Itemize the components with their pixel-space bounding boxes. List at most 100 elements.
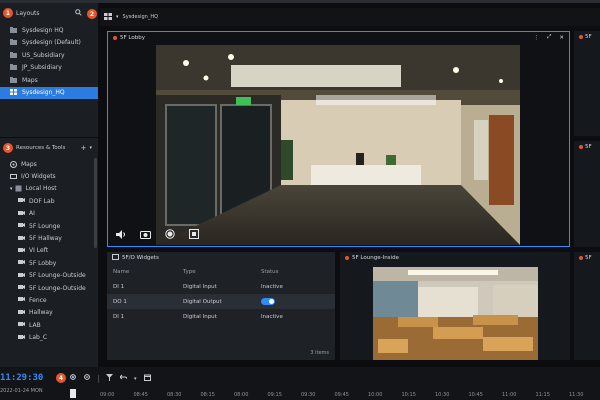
layout-item[interactable]: JP_Subsidiary (0, 62, 98, 75)
speaker-icon[interactable] (116, 229, 126, 241)
add-icon[interactable]: + (81, 144, 87, 152)
tree-item-camera[interactable]: 5F Lounge (10, 220, 98, 232)
table-header-row: Name Type Status (107, 264, 335, 279)
table-row[interactable]: DO 1 Digital Output (107, 294, 335, 309)
layout-item[interactable]: Sysdesign HQ (0, 24, 98, 37)
layout-item-selected[interactable]: Sysdesign_HQ (0, 86, 98, 99)
layouts-title: Layouts (16, 9, 40, 17)
camera-icon (18, 197, 25, 205)
timeline-toolbar: ▾ (70, 374, 151, 383)
io-widget-title: 5F/O Widgets (122, 255, 159, 261)
camera-icon (18, 321, 25, 329)
timeline-cursor[interactable] (70, 389, 76, 398)
tree-item-camera[interactable]: LAB (10, 319, 98, 331)
tab-layout[interactable]: Sysdesign_HQ (123, 14, 159, 20)
timeline-tick-label: 10:30 (435, 392, 450, 398)
table-row[interactable]: DI 1 Digital Input Inactive (107, 279, 335, 294)
layout-grid-icon[interactable] (104, 12, 112, 22)
camera-title: 5F (585, 254, 592, 261)
tree-item-maps[interactable]: Maps (10, 158, 98, 170)
layout-item[interactable]: Maps (0, 74, 98, 87)
io-icon (10, 173, 17, 180)
camera-tile-right-1[interactable]: 5F (574, 31, 600, 136)
camera-header: 5F Lobby ⋮ ⤢ ✕ (108, 32, 569, 43)
timeline-tick-label: 08:15 (200, 392, 215, 398)
record-dot-icon (579, 34, 583, 39)
scrollbar[interactable] (94, 158, 97, 248)
map-icon (10, 160, 17, 168)
resources-panel: 3 Resources & Tools + ▾ Maps I/O Widgets… (0, 138, 98, 367)
callout-badge: 4 (56, 373, 66, 383)
tree-item-camera[interactable]: Hallway (10, 307, 98, 319)
more-icon[interactable]: ⋮ (533, 35, 539, 41)
main-camera-tile[interactable]: 5F Lobby ⋮ ⤢ ✕ (107, 31, 570, 247)
timeline-tick-label: 11:00 (502, 392, 517, 398)
expand-icon[interactable]: ⤢ (547, 34, 551, 41)
camera-title: 5F Lounge-Inside (352, 254, 399, 261)
server-icon (15, 185, 22, 192)
tree-item-camera[interactable]: DOF Lab (10, 195, 98, 207)
folder-icon (10, 39, 17, 46)
close-icon[interactable]: ✕ (559, 35, 564, 41)
layout-tab-bar: ▾ Sysdesign_HQ (100, 8, 600, 26)
filter-icon[interactable] (106, 374, 113, 383)
io-table: Name Type Status DI 1 Digital Input Inac… (107, 264, 335, 324)
column-header: Status (261, 268, 279, 275)
camera-tile-lounge[interactable]: 5F Lounge-Inside (340, 252, 570, 360)
column-header: Type (183, 268, 196, 275)
callout-badge: 3 (3, 143, 13, 153)
chevron-down-icon[interactable]: ▾ (134, 376, 137, 382)
camera-tile-right-3[interactable]: 5F (574, 252, 600, 360)
record-icon[interactable] (165, 229, 175, 241)
camera-list: DOF Lab AI 5F Lounge 5F Hallway VI Left 5F Lo… (10, 195, 98, 344)
search-icon[interactable] (75, 8, 82, 18)
tree-item-camera[interactable]: Fence (10, 294, 98, 306)
record-dot-icon (345, 255, 349, 260)
camera-tile-right-2[interactable]: 5F (574, 141, 600, 247)
tree-item-io-widgets[interactable]: I/O Widgets (10, 170, 98, 182)
callout-badge: 1 (3, 8, 13, 18)
camera-icon (18, 296, 25, 304)
expand-arrow-icon[interactable]: ▾ (10, 186, 13, 192)
camera-video-lounge[interactable] (373, 267, 538, 360)
timeline-tick-label: 09:45 (334, 392, 349, 398)
zoom-icon[interactable] (189, 229, 199, 241)
timeline-tick-label: 10:00 (368, 392, 383, 398)
tree-item-local-host[interactable]: ▾ Local Host (10, 183, 98, 195)
tree-item-camera[interactable]: VI Left (10, 245, 98, 257)
timeline-tick-label: 10:15 (401, 392, 416, 398)
camera-icon (18, 309, 25, 317)
layout-item[interactable]: Sysdesign (Default) (0, 37, 98, 50)
io-icon (112, 254, 119, 262)
camera-video-lobby[interactable] (156, 45, 520, 245)
tree-item-camera[interactable]: 5F Lounge-Outside (10, 270, 98, 282)
zoom-in-icon[interactable] (70, 374, 77, 383)
undo-icon[interactable] (119, 374, 128, 383)
timeline-tick-label: 08:45 (133, 392, 148, 398)
layout-item[interactable]: US_Subsidiary (0, 49, 98, 62)
current-date: 2022-01-24 MON (0, 388, 43, 394)
output-toggle[interactable] (261, 298, 275, 305)
layouts-list: Sysdesign HQ Sysdesign (Default) US_Subs… (0, 24, 98, 99)
zoom-out-icon[interactable] (84, 374, 91, 383)
tree-item-camera[interactable]: 5F Lobby (10, 257, 98, 269)
chevron-down-icon[interactable]: ▾ (89, 145, 92, 151)
tree-item-camera[interactable]: Lab_C (10, 331, 98, 343)
tree-item-camera[interactable]: 5F Hallway (10, 232, 98, 244)
table-row[interactable]: DI 1 Digital Input Inactive (107, 309, 335, 324)
timeline-tick-label: 08:00 (234, 392, 249, 398)
resources-tree: Maps I/O Widgets ▾ Local Host DOF Lab AI 5F… (0, 158, 98, 344)
tree-item-camera[interactable]: AI (10, 208, 98, 220)
snapshot-icon[interactable] (140, 230, 151, 241)
timeline-bar: 11:29:30 4 ▾ 2022-01-24 MON 09:00 08:45 08… (0, 367, 600, 400)
camera-title: 5F (585, 33, 592, 40)
chevron-down-icon[interactable]: ▾ (116, 14, 119, 20)
folder-icon (10, 64, 17, 71)
camera-icon (18, 272, 25, 280)
calendar-icon[interactable] (143, 374, 151, 383)
tree-item-camera[interactable]: 5F Lounge-Outside (10, 282, 98, 294)
camera-icon (18, 284, 25, 292)
layout-grid-icon (10, 89, 17, 96)
folder-icon (10, 76, 17, 84)
timeline-tick-label: 09:15 (267, 392, 282, 398)
